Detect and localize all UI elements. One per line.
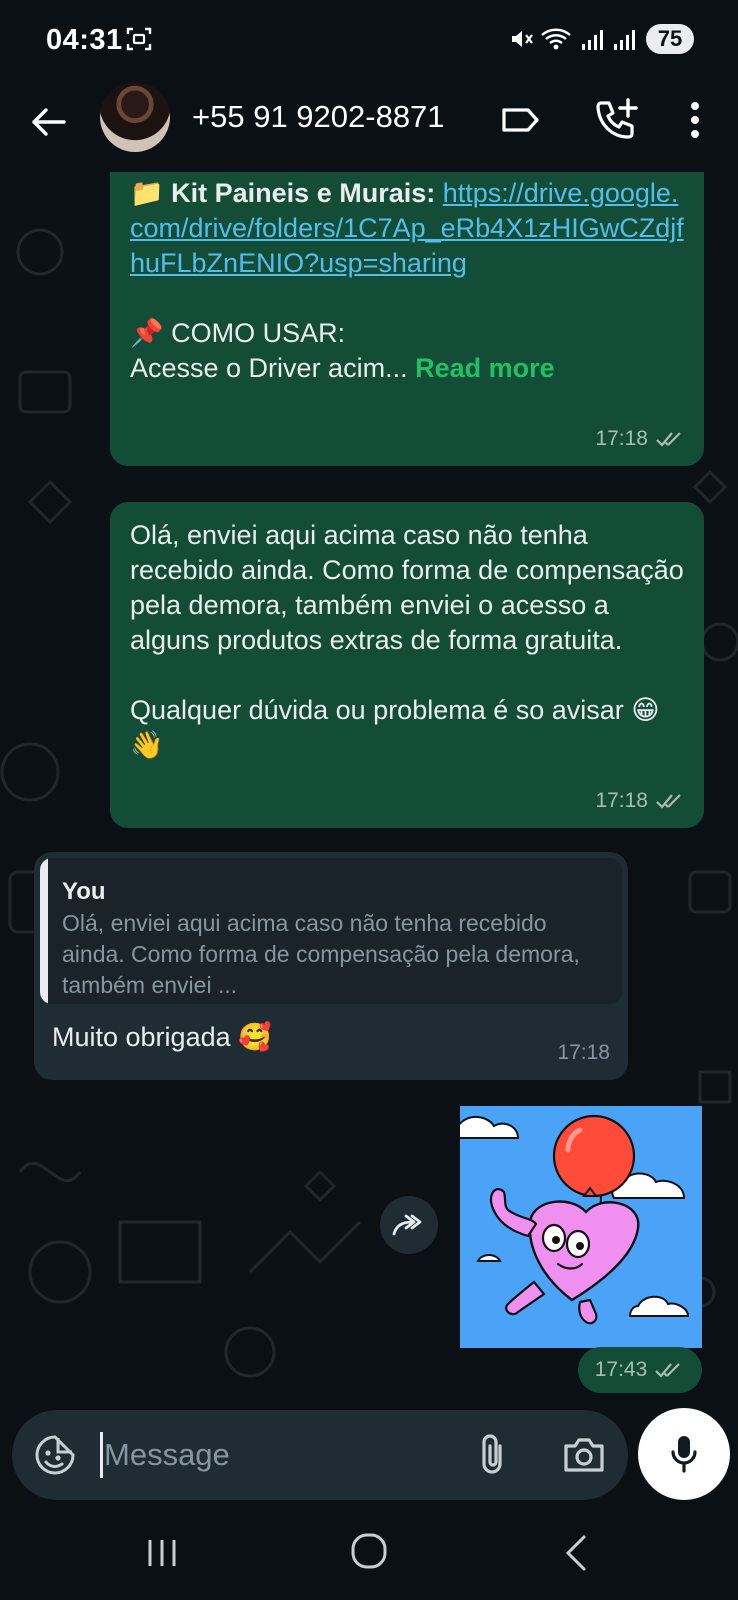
- system-nav-bar: [0, 1506, 738, 1600]
- wifi-icon: [541, 28, 571, 50]
- camera-icon[interactable]: [562, 1434, 606, 1476]
- quoted-message[interactable]: You Olá, enviei aqui acima caso não tenh…: [40, 858, 622, 1004]
- message-meta: 17:18: [557, 1035, 610, 1070]
- chat-header: +55 91 9202-8871: [0, 80, 738, 172]
- back-arrow-icon: [32, 108, 66, 136]
- double-check-icon: [656, 431, 681, 447]
- message-emoji: 🥰: [238, 1022, 272, 1052]
- message-paragraph: Olá, enviei aqui acima caso não tenha re…: [130, 520, 684, 655]
- contact-avatar[interactable]: [100, 82, 170, 152]
- attach-icon[interactable]: [472, 1432, 512, 1478]
- message-title: Kit Paineis e Murais:: [171, 178, 436, 208]
- screen-recorder-icon: [126, 27, 152, 51]
- text-caret: [100, 1432, 103, 1478]
- message-body: Olá, enviei aqui acima caso não tenha re…: [130, 518, 690, 763]
- outgoing-message[interactable]: Olá, enviei aqui acima caso não tenha re…: [110, 502, 704, 828]
- message-body: 📁 Kit Paineis e Murais: https://drive.go…: [130, 176, 690, 386]
- quote-bar: [40, 858, 48, 1004]
- battery-indicator: 75: [646, 24, 694, 54]
- status-icons: [508, 26, 638, 52]
- sticker-image[interactable]: [460, 1106, 702, 1348]
- message-meta: 17:18: [595, 421, 686, 456]
- message-body: Muito obrigada 🥰: [52, 1020, 272, 1055]
- folder-emoji: 📁: [130, 178, 164, 208]
- status-clock: 04:31: [46, 24, 123, 56]
- quote-author: You: [62, 878, 106, 905]
- mic-icon: [671, 1436, 697, 1473]
- sticker-meta: 17:43: [578, 1347, 702, 1393]
- quote-text: Olá, enviei aqui acima caso não tenha re…: [62, 910, 580, 998]
- more-vert-icon[interactable]: [680, 98, 710, 142]
- nav-back-icon[interactable]: [560, 1534, 590, 1572]
- message-meta: 17:18: [595, 783, 686, 818]
- message-heading: COMO USAR:: [171, 318, 346, 348]
- signal-2-icon: [614, 30, 635, 50]
- signal-1-icon: [582, 30, 603, 50]
- add-call-icon[interactable]: [592, 96, 640, 144]
- contact-name[interactable]: +55 91 9202-8871: [192, 99, 445, 135]
- back-button[interactable]: [26, 100, 70, 144]
- message-time: 17:43: [594, 1358, 648, 1381]
- read-more-link[interactable]: Read more: [415, 353, 555, 383]
- status-bar: 04:31 75: [0, 0, 738, 80]
- outgoing-message[interactable]: 📁 Kit Paineis e Murais: https://drive.go…: [110, 172, 704, 466]
- message-time: 17:18: [595, 427, 648, 450]
- forward-button[interactable]: [380, 1196, 438, 1254]
- nav-home-icon[interactable]: [350, 1532, 388, 1570]
- nav-recent-icon[interactable]: [144, 1536, 180, 1570]
- mute-icon: [512, 31, 533, 47]
- mic-button[interactable]: [638, 1408, 730, 1500]
- double-check-icon: [655, 1363, 681, 1378]
- message-time: 17:18: [557, 1041, 610, 1064]
- message-input[interactable]: [104, 1428, 434, 1482]
- double-check-icon: [656, 793, 681, 809]
- message-text: Muito obrigada: [52, 1022, 231, 1052]
- pin-emoji: 📌: [130, 318, 164, 348]
- message-composer: [12, 1410, 628, 1500]
- message-preview: Acesse o Driver acim...: [130, 353, 408, 383]
- emoji-sticker-icon[interactable]: [34, 1434, 76, 1476]
- incoming-message[interactable]: You Olá, enviei aqui acima caso não tenh…: [34, 852, 628, 1080]
- message-time: 17:18: [595, 789, 648, 812]
- label-icon[interactable]: [498, 98, 542, 142]
- forward-icon: [392, 1214, 422, 1236]
- chat-area[interactable]: 📁 Kit Paineis e Murais: https://drive.go…: [0, 172, 738, 1408]
- message-paragraph: Qualquer dúvida ou problema é so avisar: [130, 695, 624, 725]
